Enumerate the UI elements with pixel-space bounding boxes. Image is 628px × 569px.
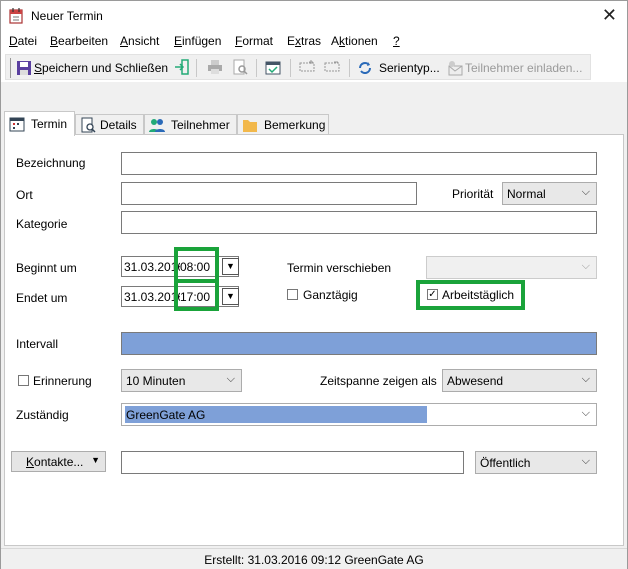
prioritaet-value: Normal xyxy=(507,187,546,201)
menu-bearbeiten[interactable]: Bearbeiten xyxy=(50,34,108,48)
erinnerung-label: Erinnerung xyxy=(33,374,92,388)
calendar-icon xyxy=(9,117,25,132)
ganztaegig-label: Ganztägig xyxy=(303,288,358,302)
folder-note-icon xyxy=(243,120,257,132)
participants-icon xyxy=(149,119,165,132)
zeitspanne-label: Zeitspanne zeigen als xyxy=(320,374,437,388)
menu-bar: Datei Bearbeiten Ansicht Einfügen Format… xyxy=(1,32,627,52)
erinnerung-checkbox[interactable] xyxy=(18,375,29,386)
tab-termin[interactable]: Termin xyxy=(4,111,75,136)
tab-teilnehmer[interactable]: Teilnehmer xyxy=(144,114,237,135)
sichtbarkeit-select[interactable]: Öffentlich ⌵ xyxy=(475,451,597,474)
endet-label: Endet um xyxy=(16,291,68,305)
verschieben-label: Termin verschieben xyxy=(287,261,392,275)
kontakte-input[interactable] xyxy=(121,451,464,474)
menu-einfuegen[interactable]: Einfügen xyxy=(174,34,221,48)
details-document-icon xyxy=(81,117,96,133)
chevron-down-icon: ⌵ xyxy=(226,373,235,385)
ort-input[interactable] xyxy=(121,182,417,205)
ort-label: Ort xyxy=(16,188,33,202)
title-bar: Neuer Termin ✕ xyxy=(1,1,627,31)
appointment-window: Neuer Termin ✕ Datei Bearbeiten Ansicht … xyxy=(0,0,628,569)
zustaendig-select[interactable]: GreenGate AG ⌵ xyxy=(121,403,597,426)
dropdown-arrow-icon: ▼ xyxy=(91,455,100,465)
menu-extras[interactable]: Extras xyxy=(287,34,321,48)
toolbar-separator xyxy=(196,59,197,77)
save-disk-icon xyxy=(17,61,31,75)
menu-datei[interactable]: Datei xyxy=(9,34,37,48)
chevron-down-icon: ⌵ xyxy=(581,455,590,467)
calendar-app-icon xyxy=(9,8,23,24)
chevron-down-icon: ⌵ xyxy=(581,186,590,198)
bezeichnung-label: Bezeichnung xyxy=(16,156,86,170)
arbeitstaeglich-checkbox[interactable]: ✓ xyxy=(427,289,438,300)
print-icon[interactable] xyxy=(207,59,223,75)
chevron-down-icon: ⌵ xyxy=(581,407,590,419)
zustaendig-value: GreenGate AG xyxy=(126,408,206,422)
beginnt-label: Beginnt um xyxy=(16,261,77,275)
menu-help[interactable]: ? xyxy=(393,34,400,48)
close-exit-icon[interactable] xyxy=(174,59,190,75)
ganztaegig-checkbox[interactable] xyxy=(287,289,298,300)
window-title: Neuer Termin xyxy=(31,9,103,23)
print-preview-icon[interactable] xyxy=(232,59,248,75)
invite-envelope-icon xyxy=(448,61,463,76)
toolbar: Speichern und Schließen Serientyp... Tei… xyxy=(5,54,591,80)
close-icon[interactable]: ✕ xyxy=(602,5,617,26)
save-close-button[interactable]: Speichern und Schließen xyxy=(16,59,168,77)
endet-time-highlight xyxy=(174,279,219,311)
kontakte-button[interactable]: Kontakte... ▼ xyxy=(11,451,106,472)
intervall-field[interactable] xyxy=(121,332,597,355)
recurrence-icon xyxy=(359,62,371,74)
endet-dropdown-button[interactable]: ▼ xyxy=(222,288,239,305)
toolbar-separator xyxy=(290,59,291,77)
calendar-check-icon[interactable] xyxy=(265,59,281,75)
toolbar-separator xyxy=(349,59,350,77)
zustaendig-label: Zuständig xyxy=(16,408,69,422)
tab-details[interactable]: Details xyxy=(75,114,144,135)
arbeitstaeglich-label: Arbeitstäglich xyxy=(442,288,515,302)
invite-participants-button[interactable]: Teilnehmer einladen... xyxy=(447,59,582,77)
beginnt-dropdown-button[interactable]: ▼ xyxy=(222,258,239,275)
chevron-down-icon: ⌵ xyxy=(581,373,590,385)
tab-bemerkung[interactable]: Bemerkung xyxy=(237,114,329,135)
erinnerung-select[interactable]: 10 Minuten ⌵ xyxy=(121,369,242,392)
series-type-button[interactable]: Serientyp... xyxy=(357,59,440,77)
menu-format[interactable]: Format xyxy=(235,34,273,48)
menu-ansicht[interactable]: Ansicht xyxy=(120,34,159,48)
status-text: Erstellt: 31.03.2016 09:12 GreenGate AG xyxy=(204,553,424,567)
toolbar-grip xyxy=(10,58,11,78)
kategorie-label: Kategorie xyxy=(16,217,68,231)
prioritaet-select[interactable]: Normal ⌵ xyxy=(502,182,597,205)
bezeichnung-input[interactable] xyxy=(121,152,597,175)
zeitspanne-select[interactable]: Abwesend ⌵ xyxy=(442,369,597,392)
prioritaet-label: Priorität xyxy=(452,187,494,201)
status-bar: Erstellt: 31.03.2016 09:12 GreenGate AG xyxy=(1,548,627,569)
insert-row-icon[interactable] xyxy=(299,59,315,75)
delete-row-icon[interactable] xyxy=(324,59,340,75)
tab-strip: Termin Details Teilnehmer Bemerkung xyxy=(1,111,627,136)
toolbar-separator xyxy=(256,59,257,77)
intervall-label: Intervall xyxy=(16,337,59,351)
kategorie-input[interactable] xyxy=(121,211,597,234)
verschieben-select[interactable]: ⌵ xyxy=(426,256,597,279)
chevron-down-icon: ⌵ xyxy=(581,260,590,272)
beginnt-time-highlight xyxy=(174,247,219,283)
menu-aktionen[interactable]: Aktionen xyxy=(331,34,378,48)
